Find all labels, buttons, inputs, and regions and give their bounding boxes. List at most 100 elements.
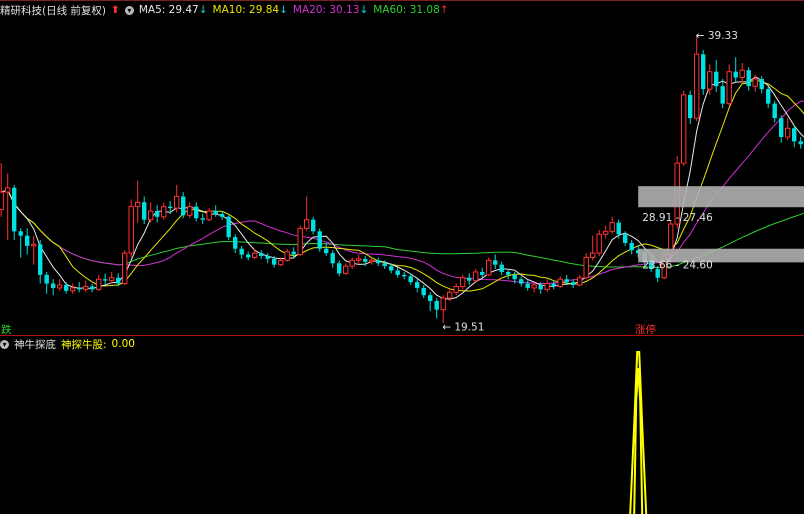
candle-body bbox=[486, 259, 492, 276]
candle-body bbox=[181, 196, 186, 216]
candle-body bbox=[297, 227, 303, 256]
candle-body bbox=[766, 89, 771, 104]
candle-body bbox=[480, 271, 485, 275]
candle-body bbox=[792, 128, 797, 142]
candle-body bbox=[194, 206, 199, 219]
candle-body bbox=[557, 278, 563, 287]
candle-body bbox=[531, 284, 537, 289]
candle-body bbox=[200, 218, 205, 220]
candle-body bbox=[5, 187, 11, 193]
candle-body bbox=[376, 260, 381, 264]
candle-body bbox=[701, 54, 706, 90]
candle-body bbox=[467, 277, 472, 281]
candle-body bbox=[83, 285, 89, 290]
candle-body bbox=[389, 266, 394, 271]
indicator-series-label: 神探牛股: bbox=[61, 338, 107, 351]
candle-body bbox=[18, 231, 23, 236]
candle-body bbox=[161, 206, 167, 218]
candle-body bbox=[609, 222, 615, 232]
candle-body bbox=[128, 206, 134, 254]
candle-body bbox=[0, 191, 4, 211]
candle-body bbox=[499, 264, 504, 272]
candle-body bbox=[421, 287, 426, 296]
indicator-series-value: 0.00 bbox=[111, 338, 135, 350]
candle-body bbox=[460, 277, 466, 287]
resistance-band bbox=[638, 186, 804, 208]
candle-body bbox=[206, 210, 212, 221]
candle-body bbox=[272, 258, 277, 265]
candle-body bbox=[733, 71, 738, 78]
candle-body bbox=[694, 53, 700, 119]
candle-body bbox=[714, 71, 719, 87]
candle-body bbox=[330, 253, 335, 264]
candle-body bbox=[246, 254, 251, 258]
candle-body bbox=[440, 297, 446, 311]
candle-body bbox=[752, 78, 758, 87]
candle-body bbox=[519, 279, 524, 284]
candle-body bbox=[135, 201, 141, 208]
candle-body bbox=[304, 219, 310, 229]
candle-body bbox=[506, 271, 511, 275]
candle-body bbox=[551, 283, 556, 287]
candle-body bbox=[798, 141, 803, 145]
candle-body bbox=[220, 213, 225, 217]
candle-body bbox=[707, 71, 713, 90]
candle-body bbox=[616, 222, 621, 235]
candle-body bbox=[447, 291, 453, 299]
indicator-header: ▾ 神牛探底 神探牛股: 0.00 bbox=[0, 337, 135, 351]
candle-body bbox=[57, 284, 63, 289]
candle-body bbox=[512, 274, 517, 280]
candle-body bbox=[434, 300, 439, 310]
candle-body bbox=[564, 279, 569, 283]
candle-body bbox=[337, 263, 342, 274]
candle-body bbox=[90, 286, 95, 290]
candle-body bbox=[746, 70, 751, 87]
candle-body bbox=[453, 285, 459, 293]
candle-body bbox=[720, 86, 725, 104]
candle-body bbox=[116, 277, 121, 284]
candle-body bbox=[726, 71, 732, 105]
candle-body bbox=[363, 258, 368, 262]
candle-body bbox=[415, 282, 420, 288]
candle-body bbox=[538, 285, 543, 290]
candle-body bbox=[148, 210, 154, 221]
candle-body bbox=[233, 237, 238, 249]
candle-body bbox=[122, 252, 128, 285]
candle-body bbox=[583, 256, 589, 279]
candle-body bbox=[382, 263, 387, 267]
candle-body bbox=[772, 103, 777, 119]
candle-body bbox=[785, 127, 791, 138]
candle-body bbox=[577, 277, 583, 286]
indicator-toggle-icon[interactable]: ▾ bbox=[0, 339, 9, 349]
candle-body bbox=[688, 94, 693, 119]
candle-body bbox=[408, 276, 413, 283]
candle-body bbox=[31, 243, 37, 247]
candle-body bbox=[493, 260, 498, 265]
candle-body bbox=[77, 287, 82, 290]
candle-body bbox=[402, 274, 407, 277]
candle-body bbox=[96, 278, 102, 290]
candle-body bbox=[187, 206, 193, 216]
candle-body bbox=[265, 255, 270, 259]
high-price-label: ← 39.33 bbox=[696, 30, 738, 42]
candle-body bbox=[596, 233, 602, 254]
candle-body bbox=[239, 248, 244, 255]
candle-body bbox=[317, 231, 322, 249]
candle-body bbox=[155, 211, 160, 217]
candle-body bbox=[38, 244, 43, 275]
candle-body bbox=[759, 78, 764, 90]
price-chart-canvas[interactable]: ← 39.33 ← 19.51 28.91 - 27.46 23.66 - 24.60 bbox=[0, 0, 804, 514]
candle-body bbox=[51, 283, 56, 288]
candle-body bbox=[284, 251, 290, 261]
candle-body bbox=[473, 271, 479, 282]
pane-divider[interactable] bbox=[0, 335, 804, 336]
candle-body bbox=[395, 270, 400, 275]
candle-body bbox=[64, 285, 69, 291]
candle-body bbox=[623, 234, 628, 243]
candle-body bbox=[324, 248, 329, 254]
candle-body bbox=[681, 94, 687, 164]
candle-body bbox=[544, 283, 550, 290]
candle-body bbox=[252, 252, 258, 258]
candle-body bbox=[311, 219, 316, 232]
candle-body bbox=[103, 279, 108, 281]
